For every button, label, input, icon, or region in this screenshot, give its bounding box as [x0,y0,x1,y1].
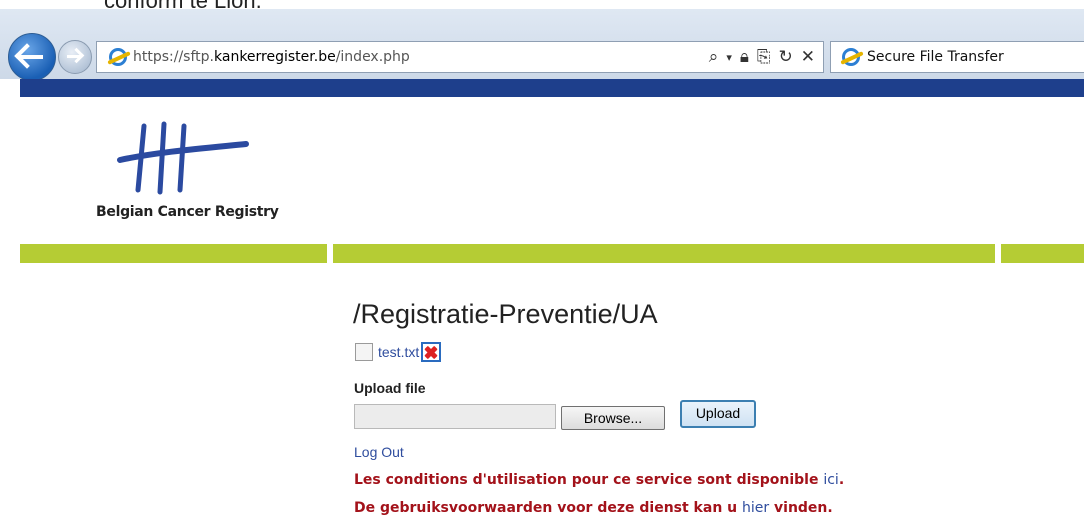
dropdown-icon[interactable]: ▾ [726,51,732,64]
refresh-icon[interactable]: ↻ [779,47,793,67]
search-icon[interactable]: ⌕ [709,47,719,67]
file-row: test.txt [355,339,442,365]
logo-text: Belgian Cancer Registry [96,204,279,220]
notice-nl-text: De gebruiksvoorwaarden voor deze dienst … [354,500,742,516]
lock-icon[interactable]: 🔒︎ [740,47,749,67]
logo-mark-icon [117,121,249,195]
url-prefix: https://sftp. [133,49,214,65]
green-bar-center [333,244,995,263]
back-button[interactable] [8,33,56,81]
upload-button[interactable]: Upload [680,400,756,428]
notice-nl-end: vinden. [769,500,833,516]
notice-fr-end: . [838,472,845,488]
terms-link-nl[interactable]: hier [742,500,769,516]
upload-file-label: Upload file [354,380,426,396]
ie-tab-icon [842,48,860,66]
url-path: /index.php [335,49,410,65]
stop-icon[interactable]: ✕ [801,47,815,67]
forward-button[interactable] [58,40,92,74]
ie-page-icon [109,48,127,66]
tab-title: Secure File Transfer [867,49,1004,65]
browser-tab[interactable]: Secure File Transfer [830,41,1084,73]
top-nav-bar [20,79,1084,97]
file-checkbox[interactable] [355,343,373,361]
terms-notice-nl: De gebruiksvoorwaarden voor deze dienst … [354,500,833,516]
terms-notice-fr: Les conditions d'utilisation pour ce ser… [354,472,844,488]
compat-icon[interactable]: ⎘ [757,47,771,67]
logout-link[interactable]: Log Out [354,444,404,460]
delete-file-icon[interactable] [421,342,442,362]
folder-path-title: /Registratie-Preventie/UA [353,299,658,329]
address-bar[interactable]: https://sftp.kankerregister.be/index.php… [96,41,824,73]
url-text[interactable]: https://sftp.kankerregister.be/index.php [133,49,410,65]
terms-link-fr[interactable]: ici [823,472,838,488]
url-host: kankerregister.be [214,49,336,65]
logo: Belgian Cancer Registry [96,120,279,230]
browse-button[interactable]: Browse... [561,406,665,430]
notice-fr-text: Les conditions d'utilisation pour ce ser… [354,472,824,488]
file-link[interactable]: test.txt [378,344,419,360]
green-bar-right [1001,244,1084,263]
file-path-input[interactable] [354,404,556,429]
green-bar-left [20,244,327,263]
